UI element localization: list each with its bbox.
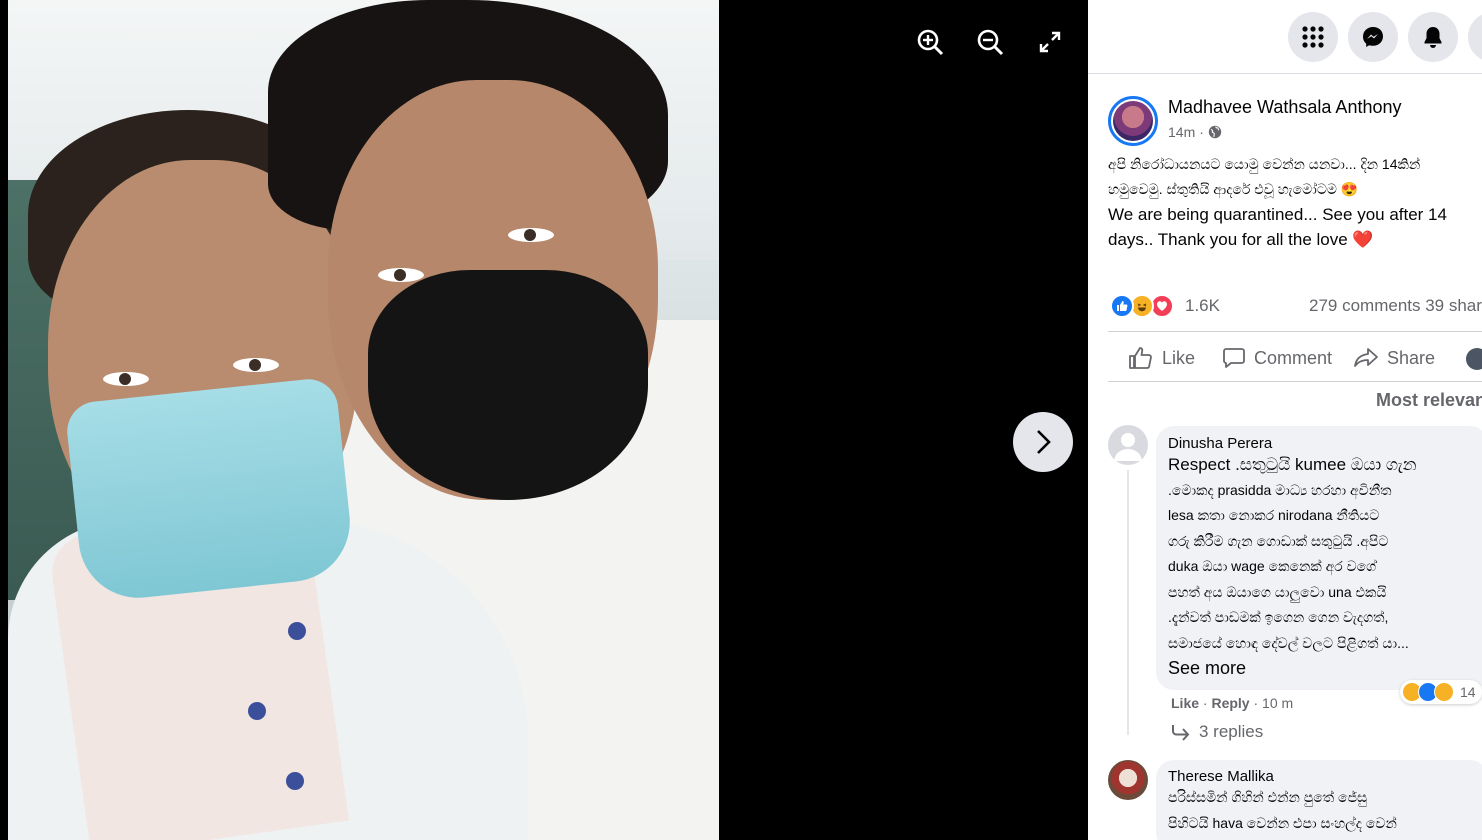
comment-line: .දැන්වත් පාඩමක් ඉගෙන ගෙන වැදගත්, bbox=[1168, 609, 1389, 625]
commenter-avatar[interactable] bbox=[1108, 760, 1148, 800]
comment-line: Respect .සතුටුයි kumee ඔයා ගැන bbox=[1168, 455, 1417, 474]
post-photo bbox=[8, 0, 719, 840]
share-label: Share bbox=[1387, 347, 1436, 368]
comment-bubble: Dinusha Perera Respect .සතුටුයි kumee ඔය… bbox=[1156, 426, 1482, 690]
account-icon[interactable] bbox=[1468, 12, 1482, 62]
divider bbox=[1108, 331, 1482, 332]
comments-shares-count[interactable]: 279 comments 39 shares bbox=[1309, 296, 1482, 316]
reaction-icons[interactable] bbox=[1110, 294, 1174, 318]
globe-icon bbox=[1208, 125, 1222, 139]
post-text-line: හමුවෙමු. ස්තුතියි ආදරේ එවූ හැමෝටම 😍 bbox=[1108, 181, 1359, 197]
comment-reactions[interactable]: 14 bbox=[1400, 680, 1482, 704]
reaction-count[interactable]: 1.6K bbox=[1185, 296, 1220, 316]
comment-line: පිහිටයි hava වෙන්න එපා සංහල්ද වෙන් bbox=[1168, 814, 1397, 831]
divider bbox=[1108, 381, 1482, 382]
author-name[interactable]: Madhavee Wathsala Anthony bbox=[1168, 97, 1401, 118]
meta-separator: · bbox=[1199, 124, 1204, 140]
comment-like-link[interactable]: Like bbox=[1171, 695, 1199, 711]
comment-label: Comment bbox=[1254, 347, 1333, 368]
like-reaction-icon bbox=[1110, 294, 1134, 318]
comment-reply-link[interactable]: Reply bbox=[1211, 695, 1249, 711]
reply-arrow-icon bbox=[1172, 725, 1190, 741]
view-replies-button[interactable]: 3 replies bbox=[1171, 722, 1263, 742]
post-text-line: days.. Thank you for all the love ❤️ bbox=[1108, 230, 1374, 249]
comment-line: ගරු කිරීම ගැන ගොඩාක් සතුටුයි .අපිට bbox=[1168, 532, 1389, 549]
comment-line: පහත් අය ඔයාගෙ යාලුවො una එකයි bbox=[1168, 583, 1387, 600]
zoom-in-icon[interactable] bbox=[914, 26, 946, 58]
comment-footer: Like · Reply · 10 m bbox=[1171, 695, 1294, 711]
comment-icon bbox=[1223, 348, 1245, 368]
like-label: Like bbox=[1162, 347, 1196, 368]
like-button[interactable]: Like bbox=[1128, 346, 1195, 370]
commenter-avatar[interactable] bbox=[1108, 425, 1148, 465]
comment-line: සමාජයේ හොඳ දේවල් වලට පිළිගත් යා... bbox=[1168, 634, 1409, 651]
post-text: අපි නිරෝධායනයට යොමු වෙන්න යනවා... දින 14… bbox=[1108, 152, 1482, 252]
post-actions: Like Comment Share bbox=[1108, 340, 1482, 378]
comment-time[interactable]: 10 m bbox=[1262, 695, 1293, 711]
messenger-icon[interactable] bbox=[1348, 12, 1398, 62]
comment-line: lesa කතා නොකර nirodana නීතියට bbox=[1168, 507, 1380, 523]
comment-line: පරිස්සමින් ගිහින් එන්න පුතේ ජේසු bbox=[1168, 789, 1368, 805]
comment-button[interactable]: Comment bbox=[1222, 346, 1332, 370]
post-text-line: අපි නිරෝධායනයට යොමු වෙන්න යනවා... දින 14… bbox=[1108, 156, 1421, 172]
comment-reaction-count: 14 bbox=[1460, 684, 1476, 700]
post-meta: 14m · bbox=[1168, 124, 1222, 140]
next-photo-button[interactable] bbox=[1013, 412, 1073, 472]
see-more-link[interactable]: See more bbox=[1168, 656, 1476, 682]
comment-bubble: Therese Mallika පරිස්සමින් ගිහින් එන්න ප… bbox=[1156, 760, 1482, 840]
bell-icon[interactable] bbox=[1408, 12, 1458, 62]
fullscreen-icon[interactable] bbox=[1034, 26, 1066, 58]
author-avatar[interactable] bbox=[1108, 96, 1158, 146]
post-panel: Madhavee Wathsala Anthony 14m · අපි නිරෝ… bbox=[1088, 0, 1482, 840]
chevron-right-icon bbox=[1037, 430, 1051, 454]
default-avatar-icon bbox=[1114, 433, 1142, 461]
share-button[interactable]: Share bbox=[1353, 346, 1435, 370]
commenter-name[interactable]: Dinusha Perera bbox=[1168, 435, 1476, 452]
post-stats: 1.6K 279 comments 39 shares bbox=[1108, 292, 1482, 322]
comment-sort-dropdown[interactable]: Most relevant bbox=[1376, 390, 1482, 411]
post-text-line: We are being quarantined... See you afte… bbox=[1108, 205, 1447, 224]
comment-line: duka ඔයා wage කෙනෙක් අර වගේ bbox=[1168, 558, 1377, 574]
photo-viewer bbox=[0, 0, 1088, 840]
share-icon bbox=[1354, 348, 1378, 367]
post-time[interactable]: 14m bbox=[1168, 124, 1195, 140]
zoom-out-icon[interactable] bbox=[974, 26, 1006, 58]
thumbs-up-icon bbox=[1129, 347, 1152, 369]
thread-line bbox=[1127, 470, 1129, 735]
replies-label: 3 replies bbox=[1199, 722, 1264, 741]
profile-selector-avatar[interactable] bbox=[1466, 348, 1482, 370]
care-reaction-icon bbox=[1434, 682, 1454, 702]
post-header: Madhavee Wathsala Anthony 14m · bbox=[1108, 94, 1482, 150]
top-bar bbox=[1088, 0, 1482, 74]
comment-line: .මොකද prasidda මාධ්‍ය හරහා අවිනීත bbox=[1168, 481, 1392, 498]
commenter-name[interactable]: Therese Mallika bbox=[1168, 768, 1476, 785]
apps-grid-icon[interactable] bbox=[1288, 12, 1338, 62]
